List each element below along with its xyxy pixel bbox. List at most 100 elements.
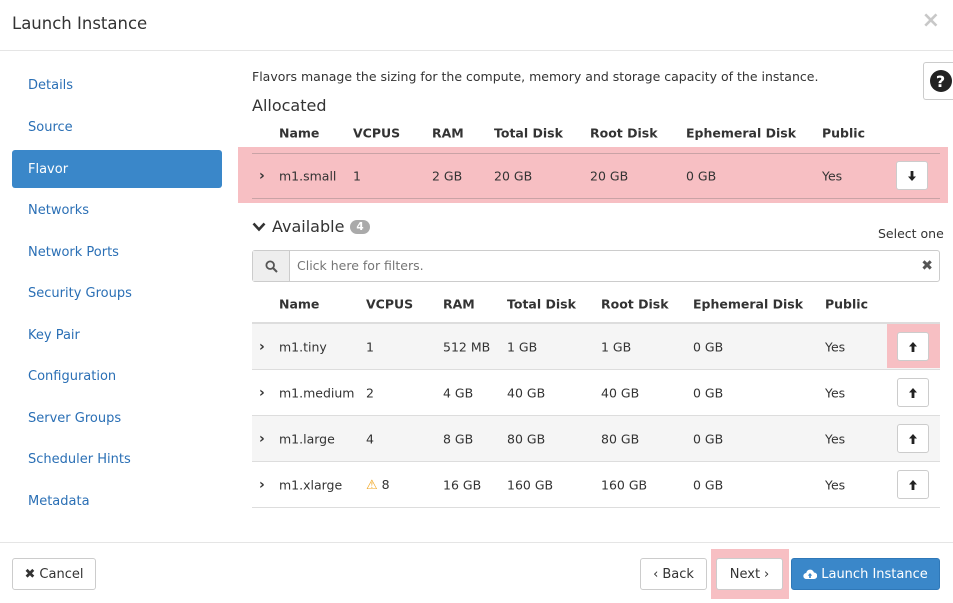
table-row[interactable]: › m1.tiny 1 512 MB 1 GB 1 GB 0 GB Yes — [252, 324, 940, 370]
cell-ephemeral: 0 GB — [686, 168, 717, 184]
cell-ram: 4 GB — [443, 385, 474, 400]
cell-vcpus: 8 — [381, 476, 390, 492]
available-count-badge: 4 — [350, 219, 370, 234]
nav-item-security-groups[interactable]: Security Groups — [12, 273, 222, 315]
back-button[interactable]: ‹ Back — [640, 558, 707, 590]
available-table-header: Name VCPUS RAM Total Disk Root Disk Ephe… — [252, 289, 940, 319]
cell-name: m1.xlarge — [279, 477, 343, 492]
filter-bar: ✖ — [252, 250, 940, 282]
modal-title: Launch Instance — [12, 14, 148, 33]
cell-total-disk: 1 GB — [507, 339, 538, 354]
arrow-up-icon — [909, 387, 917, 398]
chevron-right-icon[interactable]: › — [259, 168, 265, 184]
cancel-button[interactable]: ✖ Cancel — [12, 558, 96, 590]
arrow-up-icon — [909, 479, 917, 490]
cell-vcpus: 1 — [353, 168, 361, 184]
nav-item-configuration[interactable]: Configuration — [12, 356, 222, 398]
select-one-hint: Select one — [878, 226, 944, 241]
clear-filter-icon[interactable]: ✖ — [921, 258, 933, 274]
col-total-disk: Total Disk — [507, 296, 576, 312]
nav-item-scheduler-hints[interactable]: Scheduler Hints — [12, 439, 222, 481]
col-root-disk: Root Disk — [590, 125, 658, 141]
col-public: Public — [822, 125, 865, 141]
col-vcpus: VCPUS — [353, 125, 401, 141]
cell-vcpus: 2 — [366, 385, 374, 400]
available-title: Available — [272, 217, 345, 236]
col-public: Public — [825, 296, 868, 312]
col-name: Name — [279, 125, 320, 141]
cell-total-disk: 80 GB — [507, 431, 546, 446]
cell-public: Yes — [822, 168, 843, 184]
arrow-up-icon — [909, 341, 917, 352]
chevron-right-icon[interactable]: › — [259, 385, 265, 401]
cancel-label: Cancel — [39, 566, 84, 582]
nav-item-flavor[interactable]: Flavor — [12, 150, 222, 188]
allocate-button[interactable] — [897, 470, 929, 499]
cloud-upload-icon — [803, 569, 818, 580]
col-ephemeral-disk: Ephemeral Disk — [686, 125, 797, 141]
cell-root-disk: 40 GB — [601, 385, 640, 400]
cell-name: m1.large — [279, 431, 335, 446]
allocate-button[interactable] — [897, 378, 929, 407]
nav-item-source[interactable]: Source — [12, 107, 222, 149]
table-row[interactable]: › m1.large 4 8 GB 80 GB 80 GB 0 GB Yes — [252, 416, 940, 462]
next-label: Next — [729, 566, 761, 582]
nav-item-server-groups[interactable]: Server Groups — [12, 398, 222, 440]
cell-name: m1.medium — [279, 385, 355, 400]
cell-public: Yes — [825, 477, 846, 492]
table-row[interactable]: › m1.medium 2 4 GB 40 GB 40 GB 0 GB Yes — [252, 370, 940, 416]
chevron-down-icon — [252, 222, 266, 231]
chevron-right-icon[interactable]: › — [259, 477, 265, 493]
arrow-up-icon — [909, 433, 917, 444]
launch-label: Launch Instance — [821, 566, 928, 582]
search-icon — [264, 259, 278, 273]
warning-icon: ⚠ — [366, 477, 378, 493]
cell-public: Yes — [825, 339, 846, 354]
filter-input[interactable] — [297, 258, 897, 273]
back-label: Back — [662, 566, 694, 582]
modal-header: Launch Instance × — [0, 0, 953, 51]
col-ram: RAM — [432, 125, 464, 141]
cell-name: m1.tiny — [279, 339, 327, 354]
arrow-down-icon — [908, 170, 916, 181]
cell-public: Yes — [825, 385, 846, 400]
wizard-nav: Details Source Flavor Networks Network P… — [12, 65, 222, 522]
cell-vcpus-warning: ⚠ 8 — [366, 477, 390, 493]
flavor-intro-text: Flavors manage the sizing for the comput… — [252, 69, 819, 84]
cell-ram: 2 GB — [432, 168, 463, 184]
allocate-button[interactable] — [897, 424, 929, 453]
nav-item-network-ports[interactable]: Network Ports — [12, 232, 222, 274]
cell-public: Yes — [825, 431, 846, 446]
question-icon: ? — [929, 70, 952, 92]
chevron-right-icon[interactable]: › — [259, 431, 265, 447]
nav-item-key-pair[interactable]: Key Pair — [12, 315, 222, 357]
next-button[interactable]: Next › — [716, 558, 783, 590]
close-icon[interactable]: × — [922, 8, 940, 33]
available-heading[interactable]: Available 4 — [252, 217, 370, 236]
cell-name: m1.small — [279, 168, 337, 184]
chevron-right-icon[interactable]: › — [259, 339, 265, 355]
cell-ephemeral: 0 GB — [693, 339, 724, 354]
cell-vcpus: 4 — [366, 431, 374, 446]
cell-ephemeral: 0 GB — [693, 431, 724, 446]
cell-ephemeral: 0 GB — [693, 477, 724, 492]
nav-item-metadata[interactable]: Metadata — [12, 481, 222, 523]
launch-instance-button[interactable]: Launch Instance — [791, 558, 940, 590]
cell-total-disk: 40 GB — [507, 385, 546, 400]
col-name: Name — [279, 296, 320, 312]
cell-root-disk: 20 GB — [590, 168, 629, 184]
nav-item-networks[interactable]: Networks — [12, 190, 222, 232]
col-total-disk: Total Disk — [494, 125, 563, 141]
cell-ram: 16 GB — [443, 477, 482, 492]
help-button[interactable]: ? — [923, 62, 953, 100]
nav-item-details[interactable]: Details — [12, 65, 222, 107]
allocated-row-m1-small[interactable]: › m1.small 1 2 GB 20 GB 20 GB 0 GB Yes — [252, 153, 940, 199]
deallocate-button[interactable] — [896, 161, 928, 190]
allocated-table-header: Name VCPUS RAM Total Disk Root Disk Ephe… — [252, 118, 940, 148]
col-ephemeral-disk: Ephemeral Disk — [693, 296, 804, 312]
table-row[interactable]: › m1.xlarge ⚠ 8 16 GB 160 GB 160 GB 0 GB… — [252, 462, 940, 508]
cell-root-disk: 1 GB — [601, 339, 632, 354]
cell-total-disk: 160 GB — [507, 477, 554, 492]
allocate-button[interactable] — [897, 332, 929, 361]
cell-ram: 512 MB — [443, 339, 491, 354]
